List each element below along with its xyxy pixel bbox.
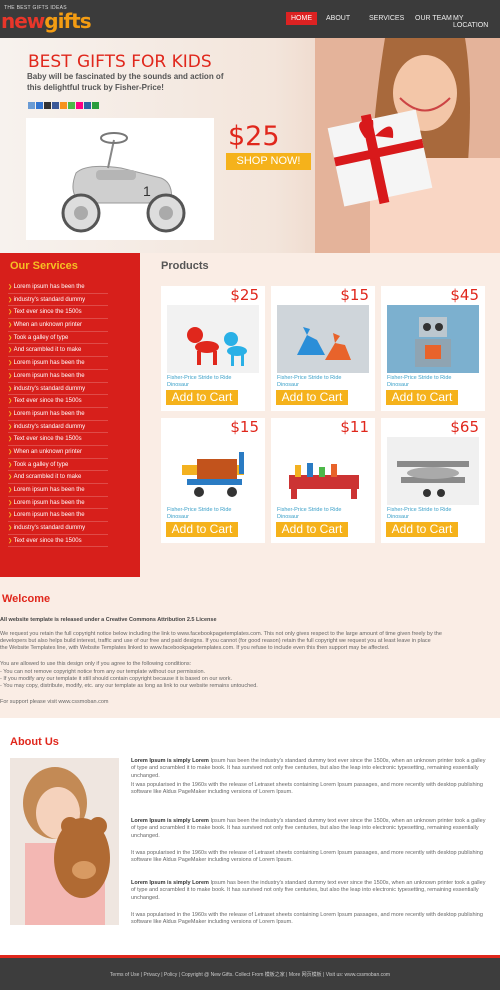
service-item[interactable]: Lorem ipsum has been the [8, 370, 108, 383]
toy-car-image: 1 [26, 118, 214, 240]
myspace-icon[interactable] [84, 102, 91, 109]
support-link[interactable]: For support please visit www.cssmoban.co… [0, 699, 500, 706]
hero-title: BEST GIFTS FOR KIDS [28, 52, 212, 72]
welcome-text-line: the Website Templates line, with Website… [0, 645, 390, 651]
about-paragraph: Lorem Ipsum is simply Lorem Ipsum has be… [131, 818, 486, 839]
digg-icon[interactable] [44, 102, 51, 109]
product-name-link[interactable]: Fisher-Price Stride to Ride Dinosaur [387, 375, 467, 388]
service-item[interactable]: Lorem ipsum has been the [8, 497, 108, 510]
welcome-title: Welcome [2, 593, 51, 605]
hero-price: $25 [228, 121, 280, 152]
service-item[interactable]: When an unknown printer [8, 319, 108, 332]
product-name-link[interactable]: Fisher-Price Stride to Ride Dinosaur [167, 375, 247, 388]
product-card[interactable]: $11 Fisher-Price Stride to Ride Dinosaur A… [271, 418, 375, 543]
logo-part1: new [1, 9, 45, 33]
welcome-license-heading: All website template is released under a… [0, 617, 217, 623]
service-item[interactable]: Took a galley of type [8, 459, 108, 472]
stumble-icon[interactable] [92, 102, 99, 109]
biplane-icon[interactable] [387, 437, 479, 505]
service-item[interactable]: industry's standard dummy [8, 383, 108, 396]
product-name-link[interactable]: Fisher-Price Stride to Ride Dinosaur [277, 375, 357, 388]
add-to-cart-button[interactable]: Add to Cart [386, 522, 458, 537]
product-price: $15 [230, 418, 259, 436]
about-title: About Us [10, 736, 59, 748]
product-card[interactable]: $65 Fisher-Price Stride to Ride Dinosaur A… [381, 418, 485, 543]
footer-text: Terms of Use | Privacy | Policy | Copyri… [109, 972, 391, 978]
service-item[interactable]: Text ever since the 1500s [8, 306, 108, 320]
about-paragraph: Lorem Ipsum is simply Lorem Ipsum has be… [131, 758, 486, 779]
robot-icon[interactable] [387, 305, 479, 373]
peg-bench-icon[interactable] [277, 437, 369, 505]
dinosaur-toys-icon[interactable] [277, 305, 369, 373]
services-list: Lorem ipsum has been theindustry's stand… [8, 281, 108, 548]
social-share-icons [28, 102, 99, 109]
site-logo[interactable]: newgifts [1, 9, 92, 33]
flickr-icon[interactable] [76, 102, 83, 109]
about-paragraph: It was popularised in the 1960s with the… [131, 850, 483, 864]
product-price: $11 [340, 418, 369, 436]
service-item[interactable]: industry's standard dummy [8, 294, 108, 307]
service-item[interactable]: Lorem ipsum has been the [8, 484, 108, 497]
svg-text:1: 1 [143, 183, 151, 199]
product-price: $45 [450, 286, 479, 304]
add-to-cart-button[interactable]: Add to Cart [276, 522, 348, 537]
service-item[interactable]: industry's standard dummy [8, 522, 108, 535]
service-item[interactable]: Text ever since the 1500s [8, 395, 108, 408]
nav-about[interactable]: ABOUT [321, 12, 355, 25]
delicious-icon[interactable] [36, 102, 43, 109]
product-card[interactable]: $45 Fisher-Price Stride to Ride Dinosaur A… [381, 286, 485, 411]
add-to-cart-button[interactable]: Add to Cart [166, 522, 238, 537]
product-price: $15 [340, 286, 369, 304]
about-paragraph: Lorem Ipsum is simply Lorem Ipsum has be… [131, 880, 486, 901]
about-section: About Us Lorem Ipsum is simply Lorem Ips… [0, 718, 500, 955]
hero-subtitle: Baby will be fascinated by the sounds an… [27, 72, 224, 92]
logo-part2: gifts [44, 9, 91, 33]
product-name-link[interactable]: Fisher-Price Stride to Ride Dinosaur [167, 507, 247, 520]
product-card[interactable]: $15 Fisher-Price Stride to Ride Dinosaur A… [161, 418, 265, 543]
site-footer: Terms of Use | Privacy | Policy | Copyri… [0, 955, 500, 990]
product-name-link[interactable]: Fisher-Price Stride to Ride Dinosaur [277, 507, 357, 520]
product-card[interactable]: $15 Fisher-Price Stride to Ride Dinosaur A… [271, 286, 375, 411]
nav-services[interactable]: SERVICES [364, 12, 409, 25]
service-item[interactable]: Lorem ipsum has been the [8, 408, 108, 421]
site-header: THE BEST GIFTS IDEAS newgifts HOME ABOUT… [0, 0, 500, 38]
service-item[interactable]: When an unknown printer [8, 446, 108, 459]
add-to-cart-button[interactable]: Add to Cart [166, 390, 238, 405]
girl-with-gift-image [315, 38, 500, 253]
child-with-teddy-image [10, 758, 119, 925]
product-price: $25 [230, 286, 259, 304]
welcome-text-line: - You may copy, distribute, modify, etc.… [0, 683, 258, 689]
product-price: $65 [450, 418, 479, 436]
facebook-icon[interactable] [52, 102, 59, 109]
service-item[interactable]: Lorem ipsum has been the [8, 357, 108, 370]
about-paragraph: It was popularised in the 1960s with the… [131, 782, 483, 796]
service-item[interactable]: Took a galley of type [8, 332, 108, 345]
services-title: Our Services [10, 260, 78, 272]
google-icon[interactable] [68, 102, 75, 109]
about-paragraph: It was popularised in the 1960s with the… [131, 912, 483, 926]
welcome-text-line: You are allowed to use this design only … [0, 661, 192, 667]
product-card[interactable]: $25 Fisher-Price Stride to Ride Dinosaur A… [161, 286, 265, 411]
service-item[interactable]: Text ever since the 1500s [8, 433, 108, 446]
nav-my-location[interactable]: MY LOCATION [448, 12, 500, 32]
rss-icon[interactable] [60, 102, 67, 109]
service-item[interactable]: Lorem ipsum has been the [8, 509, 108, 523]
nav-home[interactable]: HOME [286, 12, 317, 25]
hero-banner: BEST GIFTS FOR KIDS Baby will be fascina… [0, 38, 500, 253]
toy-plane-icon[interactable] [167, 437, 259, 505]
shop-now-button[interactable]: SHOP NOW! [226, 153, 311, 170]
services-sidebar: Our Services Lorem ipsum has been theind… [0, 253, 140, 577]
products-title: Products [161, 260, 209, 272]
share-icon[interactable] [28, 102, 35, 109]
service-item[interactable]: And scrambled it to make [8, 344, 108, 358]
service-item[interactable]: Lorem ipsum has been the [8, 281, 108, 294]
balloon-dog-icon[interactable] [167, 305, 259, 373]
product-name-link[interactable]: Fisher-Price Stride to Ride Dinosaur [387, 507, 467, 520]
service-item[interactable]: industry's standard dummy [8, 421, 108, 434]
service-item[interactable]: Text ever since the 1500s [8, 535, 108, 548]
service-item[interactable]: And scrambled it to make [8, 471, 108, 484]
add-to-cart-button[interactable]: Add to Cart [276, 390, 348, 405]
welcome-section: Welcome All website template is released… [0, 577, 500, 717]
add-to-cart-button[interactable]: Add to Cart [386, 390, 458, 405]
